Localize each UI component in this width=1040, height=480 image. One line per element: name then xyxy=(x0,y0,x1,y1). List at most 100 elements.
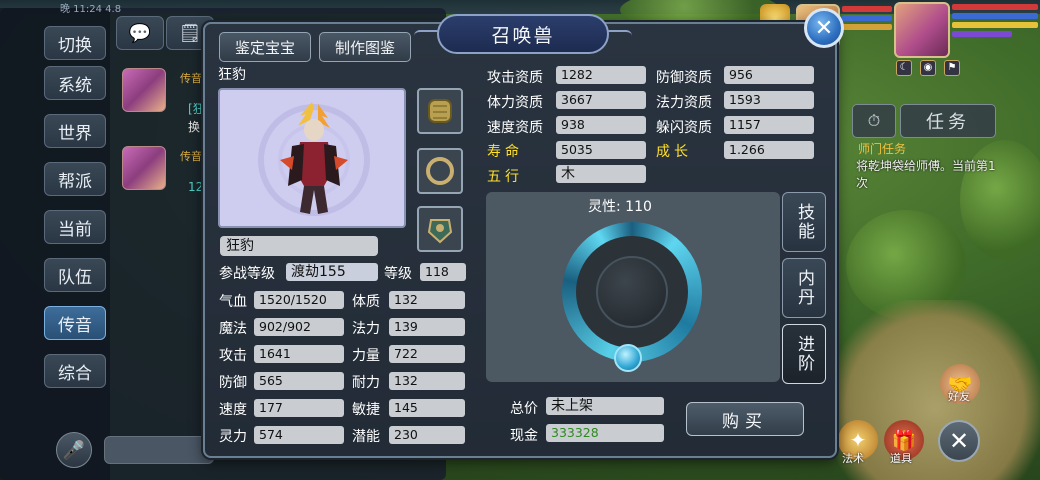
player-status-bars xyxy=(952,4,1038,40)
cylinder-equipment-icon xyxy=(428,99,452,123)
friends-label: 好友 xyxy=(948,390,970,403)
tab-skills[interactable]: 技能 xyxy=(782,192,826,252)
chat-tab-whisper[interactable]: 传音 xyxy=(44,306,106,340)
chat-tab-switch[interactable]: 切换 xyxy=(44,26,106,60)
aptitude-label-defense: 防御资质 xyxy=(656,70,712,86)
flag-buff-icon[interactable]: ⚑ xyxy=(944,60,960,76)
attr-label-endurance: 耐力 xyxy=(352,375,380,391)
attr-value-spirit: 574 xyxy=(254,426,344,444)
aptitude-value-speed: 938 xyxy=(556,116,646,134)
attr-label-hp: 气血 xyxy=(219,294,247,310)
aptitude-label-speed: 速度资质 xyxy=(487,120,543,136)
clock-text: 晚 11:24 4.8 xyxy=(60,4,122,15)
pet-name-title: 狂豹 xyxy=(218,67,246,83)
tab-advance-label: 进阶 xyxy=(794,335,814,373)
chat-tab-guild[interactable]: 帮派 xyxy=(44,162,106,196)
aptitude-value-dodge: 1157 xyxy=(724,116,814,134)
chat-tab-current[interactable]: 当前 xyxy=(44,210,106,244)
spell-label: 法术 xyxy=(842,452,864,465)
task-description[interactable]: 将乾坤袋给师傅。当前第1次 xyxy=(856,158,996,192)
cash-label: 现金 xyxy=(510,428,538,444)
spirit-label: 灵性: 110 xyxy=(588,199,652,215)
aptitude-label-mana: 法力资质 xyxy=(656,95,712,111)
spirit-ring-knob[interactable] xyxy=(614,344,642,372)
microphone-icon[interactable]: 🎤 xyxy=(56,432,92,468)
chat-bubble-icon[interactable]: 💬 xyxy=(116,16,164,50)
attr-value-hp: 1520/1520 xyxy=(254,291,344,309)
timer-icon[interactable]: ⏱ xyxy=(852,104,896,138)
price-label: 总价 xyxy=(510,401,538,417)
attr-label-strength: 力量 xyxy=(352,348,380,364)
equipment-slot-2[interactable] xyxy=(417,148,463,194)
battle-level-value: 渡劫155 xyxy=(286,263,378,281)
attr-value-magic: 139 xyxy=(389,318,465,336)
aptitude-label-attack: 攻击资质 xyxy=(487,70,543,86)
level-value: 118 xyxy=(420,263,466,281)
identify-pet-button[interactable]: 鉴定宝宝 xyxy=(219,32,311,62)
pet-portrait xyxy=(218,88,406,228)
equipment-slot-3[interactable] xyxy=(417,206,463,252)
aptitude-value-defense: 956 xyxy=(724,66,814,84)
lifespan-label: 寿命 xyxy=(487,144,523,160)
attr-label-agility: 敏捷 xyxy=(352,402,380,418)
attr-value-attack: 1641 xyxy=(254,345,344,363)
pet-name-field[interactable]: 狂豹 xyxy=(220,236,378,256)
battle-level-label: 参战等级 xyxy=(219,266,275,282)
close-hud-icon[interactable]: ✕ xyxy=(938,420,980,462)
tab-inner-core-label: 内丹 xyxy=(794,269,814,307)
attr-value-speed: 177 xyxy=(254,399,344,417)
element-value: 木 xyxy=(556,165,646,183)
tab-skills-label: 技能 xyxy=(794,203,814,241)
attr-label-potential: 潜能 xyxy=(352,429,380,445)
aptitude-value-mana: 1593 xyxy=(724,91,814,109)
attr-value-strength: 722 xyxy=(389,345,465,363)
growth-value: 1.266 xyxy=(724,141,814,159)
map-buff-icon[interactable]: ◉ xyxy=(920,60,936,76)
message-channel-tag: 传音 xyxy=(180,72,202,85)
chat-input[interactable] xyxy=(104,436,214,464)
price-value: 未上架 xyxy=(546,397,664,415)
attr-label-spirit: 灵力 xyxy=(219,429,247,445)
attr-label-mp: 魔法 xyxy=(219,321,247,337)
task-title[interactable]: 师门任务 xyxy=(858,140,906,157)
aptitude-value-stamina: 3667 xyxy=(556,91,646,109)
tab-advance[interactable]: 进阶 xyxy=(782,324,826,384)
chat-tab-system[interactable]: 系统 xyxy=(44,66,106,100)
task-button[interactable]: 任务 xyxy=(900,104,996,138)
attr-value-constitution: 132 xyxy=(389,291,465,309)
growth-label: 成长 xyxy=(656,144,692,160)
moon-buff-icon[interactable]: ☾ xyxy=(896,60,912,76)
ring-equipment-icon xyxy=(426,157,454,185)
cash-value: 333328 xyxy=(546,424,664,442)
items-label: 道具 xyxy=(890,452,912,465)
equipment-slot-1[interactable] xyxy=(417,88,463,134)
message-channel-tag: 传音 xyxy=(180,150,202,163)
chat-tab-world[interactable]: 世界 xyxy=(44,114,106,148)
attr-label-speed: 速度 xyxy=(219,402,247,418)
attr-value-potential: 230 xyxy=(389,426,465,444)
attr-value-mp: 902/902 xyxy=(254,318,344,336)
avatar[interactable] xyxy=(122,146,166,190)
message-text: 换 xyxy=(188,120,201,134)
task-panel: ⏱ 任务 xyxy=(852,104,998,138)
chat-tab-all[interactable]: 综合 xyxy=(44,354,106,388)
close-icon[interactable]: ✕ xyxy=(804,8,844,48)
level-label: 等级 xyxy=(384,266,412,282)
element-label: 五行 xyxy=(487,169,523,185)
player-avatar[interactable] xyxy=(894,2,950,58)
pet-figure-image xyxy=(280,102,348,214)
lifespan-value: 5035 xyxy=(556,141,646,159)
attr-value-endurance: 132 xyxy=(389,372,465,390)
tab-inner-core[interactable]: 内丹 xyxy=(782,258,826,318)
spirit-orb xyxy=(596,256,668,328)
chat-tab-team[interactable]: 队伍 xyxy=(44,258,106,292)
avatar[interactable] xyxy=(122,68,166,112)
pet-status-bars xyxy=(842,6,892,33)
attr-value-agility: 145 xyxy=(389,399,465,417)
buy-button[interactable]: 购买 xyxy=(686,402,804,436)
attr-label-constitution: 体质 xyxy=(352,294,380,310)
attr-value-defense: 565 xyxy=(254,372,344,390)
aptitude-label-dodge: 躲闪资质 xyxy=(656,120,712,136)
make-guide-button[interactable]: 制作图鉴 xyxy=(319,32,411,62)
attr-label-magic: 法力 xyxy=(352,321,380,337)
